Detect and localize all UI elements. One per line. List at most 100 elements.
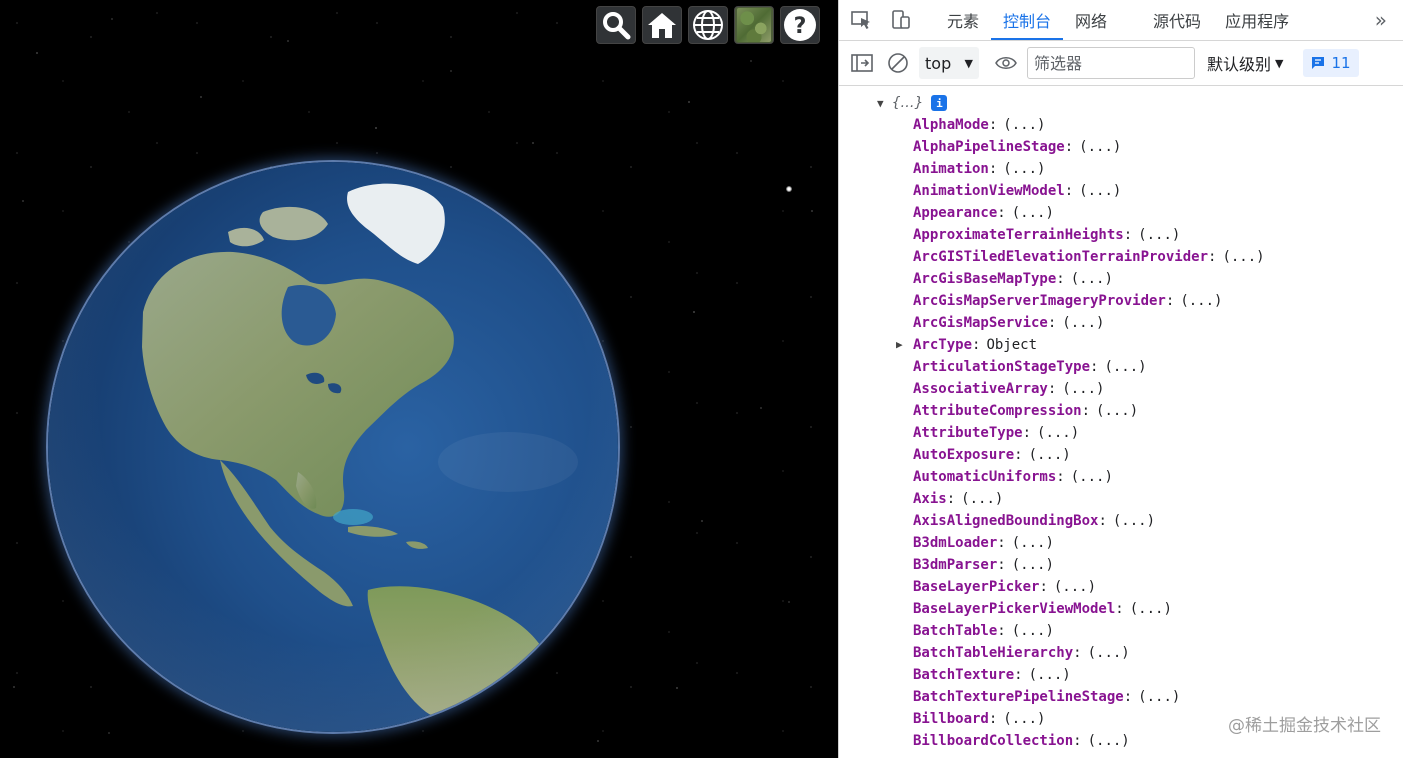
message-count-badge[interactable]: 11 [1303,49,1359,77]
property-key: ArcGISTiledElevationTerrainProvider [913,249,1209,265]
device-toolbar-button[interactable] [883,0,919,40]
property-key: ArcGisMapServerImageryProvider [913,293,1166,309]
sidebar-icon [851,54,873,72]
tab-sources[interactable]: 源代码 [1141,0,1213,40]
console-property-row[interactable]: AutoExposure: (...) [839,444,1403,466]
property-value[interactable]: (...) [1079,139,1121,155]
console-property-row[interactable]: ▶ ArcType: Object [839,334,1403,356]
console-property-row[interactable]: ArticulationStageType: (...) [839,356,1403,378]
property-value[interactable]: (...) [1180,293,1222,309]
clear-console-button[interactable] [883,48,913,78]
property-separator: : [988,117,998,133]
property-value[interactable]: (...) [1037,425,1079,441]
tab-network[interactable]: 网络 [1063,0,1119,40]
property-value[interactable]: (...) [1104,359,1146,375]
property-key: AutomaticUniforms [913,469,1057,485]
expand-triangle-icon[interactable]: ▶ [896,338,903,351]
property-value[interactable]: (...) [1062,381,1104,397]
console-property-row[interactable]: B3dmParser: (...) [839,554,1403,576]
console-property-row[interactable]: AssociativeArray: (...) [839,378,1403,400]
tab-console[interactable]: 控制台 [991,0,1064,40]
property-value[interactable]: (...) [1003,711,1045,727]
property-key: BatchTable [913,623,998,639]
device-toggle-icon [892,10,910,29]
property-value[interactable]: (...) [1029,667,1071,683]
property-value[interactable]: (...) [1012,205,1054,221]
property-key: AttributeCompression [913,403,1082,419]
console-property-row[interactable]: AlphaMode: (...) [839,114,1403,136]
console-property-row[interactable]: AutomaticUniforms: (...) [839,466,1403,488]
property-separator: : [997,557,1006,573]
svg-text:?: ? [794,14,807,39]
console-property-row[interactable]: ApproximateTerrainHeights: (...) [839,224,1403,246]
console-property-row[interactable]: BaseLayerPickerViewModel: (...) [839,598,1403,620]
object-root-line[interactable]: ▼ {…} i [839,92,1403,114]
console-property-row[interactable]: AnimationViewModel: (...) [839,180,1403,202]
console-property-row[interactable]: AttributeType: (...) [839,422,1403,444]
live-expression-button[interactable] [991,48,1021,78]
property-value[interactable]: (...) [1003,161,1045,177]
console-property-row[interactable]: BaseLayerPicker: (...) [839,576,1403,598]
property-value[interactable]: (...) [1003,117,1045,133]
console-property-row[interactable]: Axis: (...) [839,488,1403,510]
property-separator: : [1056,469,1065,485]
context-selector[interactable]: top ▼ [919,47,979,79]
sidebar-toggle-button[interactable] [847,48,877,78]
property-value[interactable]: (...) [1222,249,1264,265]
property-value[interactable]: (...) [1138,227,1180,243]
property-value[interactable]: (...) [1088,733,1130,749]
console-property-row[interactable]: BatchTexture: (...) [839,664,1403,686]
property-separator: : [997,535,1006,551]
console-property-row[interactable]: BatchTableHierarchy: (...) [839,642,1403,664]
help-button[interactable]: ? [780,6,820,44]
console-property-row[interactable]: AxisAlignedBoundingBox: (...) [839,510,1403,532]
property-value[interactable]: (...) [1088,645,1130,661]
property-value[interactable]: (...) [1130,601,1172,617]
collapse-triangle-icon[interactable]: ▼ [877,97,884,110]
home-button[interactable] [642,6,682,44]
console-property-row[interactable]: AlphaPipelineStage: (...) [839,136,1403,158]
property-value[interactable]: (...) [1071,271,1113,287]
tab-application[interactable]: 应用程序 [1213,0,1301,40]
cesium-viewer[interactable]: ? [0,0,838,758]
more-tabs-icon[interactable]: » [1375,8,1387,32]
tab-elements[interactable]: 元素 [935,0,991,40]
question-mark-icon: ? [784,9,816,41]
property-value[interactable]: (...) [1113,513,1155,529]
property-value[interactable]: (...) [1079,183,1121,199]
base-layer-picker-button[interactable] [734,6,774,44]
property-value[interactable]: (...) [1071,469,1113,485]
log-level-value: 默认级别 [1207,55,1272,74]
property-value[interactable]: (...) [1054,579,1096,595]
console-property-row[interactable]: Animation: (...) [839,158,1403,180]
devtools-tabbar: 元素 控制台 网络 源代码 应用程序 » [839,0,1403,41]
console-property-row[interactable]: BatchTexturePipelineStage: (...) [839,686,1403,708]
search-button[interactable] [596,6,636,44]
console-property-row[interactable]: ArcGisMapService: (...) [839,312,1403,334]
property-value[interactable]: (...) [961,491,1003,507]
console-property-row[interactable]: ArcGisMapServerImageryProvider: (...) [839,290,1403,312]
console-property-row[interactable]: BatchTable: (...) [839,620,1403,642]
property-separator: : [1039,579,1048,595]
property-key: Axis [913,491,947,507]
inspect-element-button[interactable] [839,0,883,40]
property-value[interactable]: Object [986,337,1037,353]
console-property-row[interactable]: B3dmLoader: (...) [839,532,1403,554]
property-value[interactable]: (...) [1012,623,1054,639]
info-icon[interactable]: i [931,95,948,111]
log-level-dropdown[interactable]: 默认级别 ▼ [1207,51,1283,75]
console-property-row[interactable]: Appearance: (...) [839,202,1403,224]
earth-globe[interactable] [48,162,618,732]
property-value[interactable]: (...) [1012,557,1054,573]
clear-icon [888,53,908,73]
scene-mode-button[interactable] [688,6,728,44]
console-property-row[interactable]: ArcGISTiledElevationTerrainProvider: (...… [839,246,1403,268]
console-property-row[interactable]: ArcGisBaseMapType: (...) [839,268,1403,290]
property-value[interactable]: (...) [1096,403,1138,419]
console-filter-input[interactable] [1027,47,1195,79]
console-property-row[interactable]: AttributeCompression: (...) [839,400,1403,422]
property-value[interactable]: (...) [1138,689,1180,705]
property-value[interactable]: (...) [1012,535,1054,551]
property-value[interactable]: (...) [1062,315,1104,331]
property-value[interactable]: (...) [1029,447,1071,463]
